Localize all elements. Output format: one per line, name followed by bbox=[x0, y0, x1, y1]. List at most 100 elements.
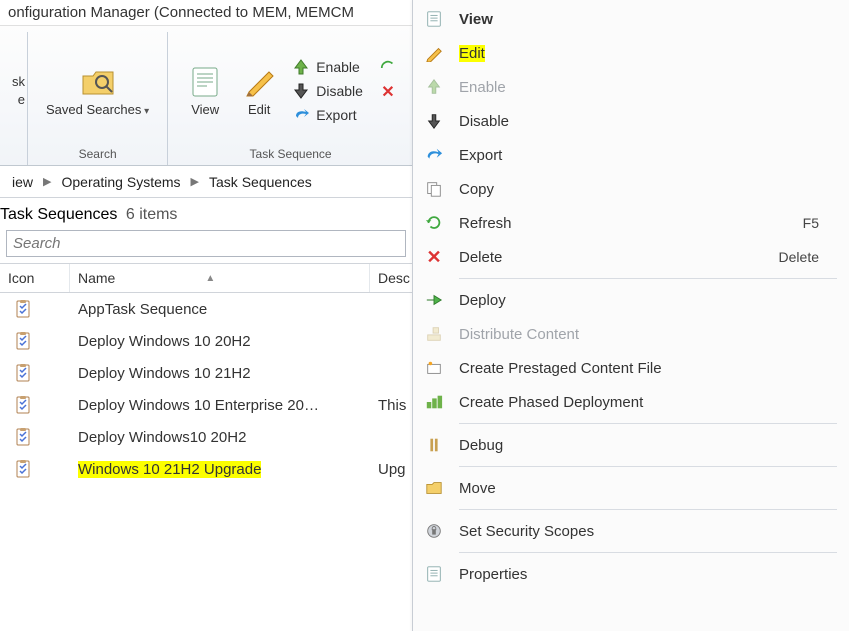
saved-searches-button[interactable]: Saved Searches bbox=[40, 60, 155, 122]
menu-item-shortcut: Delete bbox=[779, 249, 839, 265]
menu-item-label: Distribute Content bbox=[459, 326, 839, 343]
security-icon bbox=[423, 520, 445, 542]
ribbon-group-search: Saved Searches Search bbox=[28, 32, 168, 165]
refresh-icon bbox=[423, 212, 445, 234]
menu-item-label: Move bbox=[459, 480, 839, 497]
menu-separator bbox=[459, 509, 837, 510]
context-menu: View Edit Enable Disable Export Copy Refresh F5… bbox=[412, 0, 849, 631]
delete-x-icon: ✕ bbox=[423, 246, 445, 268]
ribbon-group-task-sequence: View Edit Enable bbox=[168, 32, 413, 165]
list-heading: Task Sequences bbox=[0, 206, 117, 223]
menu-item-label: Deploy bbox=[459, 292, 839, 309]
menu-item-delete[interactable]: ✕ Delete Delete bbox=[413, 240, 849, 274]
ribbon-group-search-label: Search bbox=[79, 145, 117, 165]
arrow-down-icon bbox=[292, 82, 310, 100]
enable-button[interactable]: Enable bbox=[288, 56, 367, 78]
menu-item-view[interactable]: View bbox=[413, 2, 849, 36]
menu-item-shortcut: F5 bbox=[803, 215, 839, 231]
menu-item-label: Properties bbox=[459, 566, 839, 583]
menu-item-refresh[interactable]: Refresh F5 bbox=[413, 206, 849, 240]
folder-search-icon bbox=[80, 64, 116, 100]
menu-item-label: Edit bbox=[459, 45, 839, 62]
disable-label: Disable bbox=[316, 83, 363, 99]
task-sequence-icon bbox=[0, 364, 70, 382]
truncated-label-top: sk bbox=[12, 74, 25, 90]
ribbon-small-list: Enable Disable Export bbox=[288, 56, 367, 126]
arrow-up-icon bbox=[292, 58, 310, 76]
breadcrumb-item[interactable]: Task Sequences bbox=[205, 172, 316, 192]
ribbon-item-cut2[interactable]: ✕ bbox=[375, 81, 401, 103]
arrow-down-dark-icon bbox=[423, 110, 445, 132]
menu-item-label: View bbox=[459, 11, 839, 28]
menu-item-debug[interactable]: Debug bbox=[413, 428, 849, 462]
menu-separator bbox=[459, 466, 837, 467]
breadcrumb-item[interactable]: iew bbox=[8, 172, 37, 192]
properties-icon bbox=[187, 64, 223, 100]
menu-item-label: Disable bbox=[459, 113, 839, 130]
breadcrumb-item[interactable]: Operating Systems bbox=[57, 172, 184, 192]
menu-item-label: Enable bbox=[459, 79, 839, 96]
menu-item-create-phased-deployment[interactable]: Create Phased Deployment bbox=[413, 385, 849, 419]
task-sequence-icon bbox=[0, 300, 70, 318]
copy-icon bbox=[423, 178, 445, 200]
ribbon-group-truncated: sk e bbox=[0, 32, 28, 165]
menu-item-label: Set Security Scopes bbox=[459, 523, 839, 540]
task-sequence-icon bbox=[0, 396, 70, 414]
menu-item-properties[interactable]: Properties bbox=[413, 557, 849, 591]
properties-icon bbox=[423, 8, 445, 30]
window-title: onfiguration Manager (Connected to MEM, … bbox=[8, 4, 354, 21]
arrow-right-green-icon bbox=[423, 289, 445, 311]
menu-item-label: Debug bbox=[459, 437, 839, 454]
menu-item-move[interactable]: Move bbox=[413, 471, 849, 505]
sort-asc-icon: ▲ bbox=[205, 273, 215, 284]
view-label: View bbox=[191, 102, 219, 118]
column-icon[interactable]: Icon bbox=[0, 264, 70, 292]
debug-icon bbox=[423, 434, 445, 456]
menu-item-create-prestaged-content-file[interactable]: Create Prestaged Content File bbox=[413, 351, 849, 385]
truncated-label-bottom: e bbox=[18, 92, 25, 108]
prestage-icon bbox=[423, 357, 445, 379]
menu-item-label: Copy bbox=[459, 181, 839, 198]
task-sequence-icon bbox=[0, 460, 70, 478]
menu-item-label: Refresh bbox=[459, 215, 789, 232]
row-name: Windows 10 21H2 Upgrade bbox=[70, 461, 370, 478]
properties-icon bbox=[423, 563, 445, 585]
ribbon-item-cut1[interactable] bbox=[375, 57, 401, 79]
arrow-up-green-icon bbox=[423, 76, 445, 98]
folder-icon bbox=[423, 477, 445, 499]
pencil-icon bbox=[241, 64, 277, 100]
disable-button[interactable]: Disable bbox=[288, 80, 367, 102]
row-name: Deploy Windows 10 Enterprise 20… bbox=[70, 397, 370, 414]
refresh-partial-icon bbox=[379, 59, 397, 77]
column-name[interactable]: Name ▲ bbox=[70, 264, 370, 292]
list-count: 6 items bbox=[126, 206, 178, 223]
edit-label: Edit bbox=[248, 102, 270, 118]
row-name: Deploy Windows10 20H2 bbox=[70, 429, 370, 446]
x-red-icon: ✕ bbox=[379, 83, 397, 101]
menu-item-copy[interactable]: Copy bbox=[413, 172, 849, 206]
view-button[interactable]: View bbox=[180, 60, 230, 122]
menu-item-enable: Enable bbox=[413, 70, 849, 104]
menu-separator bbox=[459, 423, 837, 424]
menu-item-export[interactable]: Export bbox=[413, 138, 849, 172]
menu-item-edit[interactable]: Edit bbox=[413, 36, 849, 70]
menu-item-set-security-scopes[interactable]: Set Security Scopes bbox=[413, 514, 849, 548]
menu-item-distribute-content: Distribute Content bbox=[413, 317, 849, 351]
menu-item-label: Create Prestaged Content File bbox=[459, 360, 839, 377]
menu-item-label: Delete bbox=[459, 249, 765, 266]
phased-icon bbox=[423, 391, 445, 413]
export-label: Export bbox=[316, 107, 356, 123]
menu-item-deploy[interactable]: Deploy bbox=[413, 283, 849, 317]
search-input[interactable] bbox=[6, 230, 406, 257]
row-name: AppTask Sequence bbox=[70, 301, 370, 318]
menu-separator bbox=[459, 552, 837, 553]
menu-separator bbox=[459, 278, 837, 279]
export-button[interactable]: Export bbox=[288, 104, 367, 126]
menu-item-label: Create Phased Deployment bbox=[459, 394, 839, 411]
task-sequence-icon bbox=[0, 332, 70, 350]
menu-item-label: Export bbox=[459, 147, 839, 164]
enable-label: Enable bbox=[316, 59, 360, 75]
ribbon-group-ts-label: Task Sequence bbox=[250, 145, 332, 165]
menu-item-disable[interactable]: Disable bbox=[413, 104, 849, 138]
edit-button[interactable]: Edit bbox=[234, 60, 284, 122]
